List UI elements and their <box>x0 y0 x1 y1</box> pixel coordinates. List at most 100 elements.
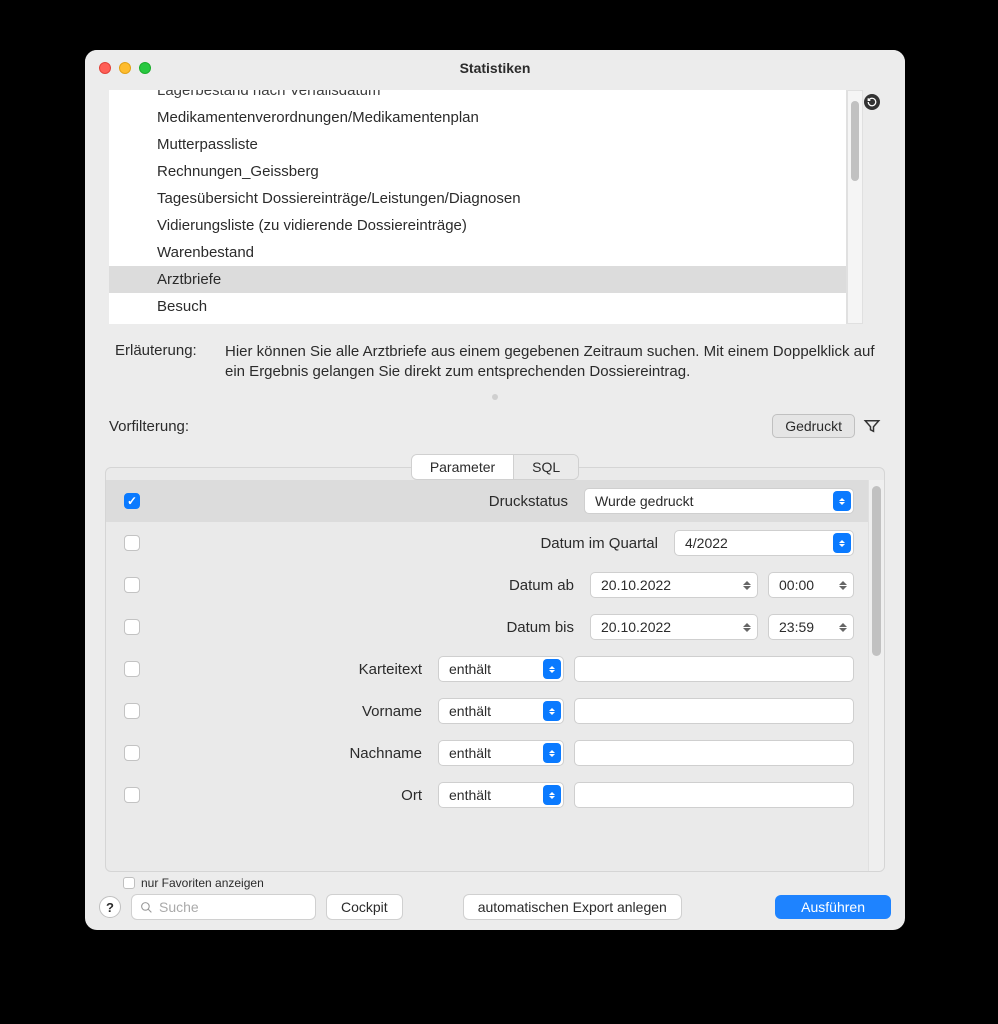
chevron-updown-icon <box>833 533 851 553</box>
checkbox-karteitext[interactable] <box>124 661 140 677</box>
param-scrollbar[interactable] <box>868 480 884 871</box>
chevron-updown-icon <box>543 701 561 721</box>
list-item[interactable]: Rechnungen_Geissberg <box>109 158 846 185</box>
select-quartal-value: 4/2022 <box>685 535 728 551</box>
param-row-druckstatus[interactable]: Druckstatus Wurde gedruckt <box>106 480 868 522</box>
input-nachname[interactable] <box>574 740 854 766</box>
stepper-icon[interactable] <box>836 581 849 590</box>
input-ort[interactable] <box>574 782 854 808</box>
op-karteitext-value: enthält <box>449 661 491 677</box>
search-placeholder: Suche <box>159 899 199 915</box>
explanation-text: Hier können Sie alle Arztbriefe aus eine… <box>225 342 875 382</box>
label-nachname: Nachname <box>349 745 428 762</box>
explanation-block: Erläuterung: Hier können Sie alle Arztbr… <box>85 324 905 390</box>
chevron-updown-icon <box>543 743 561 763</box>
stepper-icon[interactable] <box>740 623 753 632</box>
param-row-datum-bis[interactable]: Datum bis 20.10.2022 23:59 <box>106 606 868 648</box>
checkbox-ort[interactable] <box>124 787 140 803</box>
cockpit-button[interactable]: Cockpit <box>326 894 403 920</box>
param-scroll-thumb[interactable] <box>872 486 881 656</box>
favorites-label: nur Favoriten anzeigen <box>141 876 264 890</box>
param-row-nachname[interactable]: Nachname enthält <box>106 732 868 774</box>
list-item[interactable]: Vidierungsliste (zu vidierende Dossierei… <box>109 212 846 239</box>
stepper-icon[interactable] <box>836 623 849 632</box>
select-nachname-op[interactable]: enthält <box>438 740 564 766</box>
select-ort-op[interactable]: enthält <box>438 782 564 808</box>
checkbox-datum-bis[interactable] <box>124 619 140 635</box>
time-bis-value: 23:59 <box>779 619 814 635</box>
checkbox-datum-ab[interactable] <box>124 577 140 593</box>
prefilter-label: Vorfilterung: <box>109 418 189 435</box>
explanation-label: Erläuterung: <box>115 342 225 382</box>
list-item[interactable]: Lagerbestand nach Verfallsdatum <box>109 90 846 104</box>
op-vorname-value: enthält <box>449 703 491 719</box>
param-row-karteitext[interactable]: Karteitext enthält <box>106 648 868 690</box>
stepper-icon[interactable] <box>740 581 753 590</box>
select-quartal[interactable]: 4/2022 <box>674 530 854 556</box>
statistics-list: Lagerbestand nach VerfallsdatumMedikamen… <box>109 90 847 324</box>
param-row-vorname[interactable]: Vorname enthält <box>106 690 868 732</box>
list-item[interactable]: Mutterpassliste <box>109 131 846 158</box>
list-item[interactable]: Medikamentenverordnungen/Medikamentenpla… <box>109 104 846 131</box>
label-datum-ab: Datum ab <box>509 577 580 594</box>
search-icon <box>140 901 153 914</box>
content: Lagerbestand nach VerfallsdatumMedikamen… <box>85 86 905 930</box>
time-datum-bis[interactable]: 23:59 <box>768 614 854 640</box>
select-karteitext-op[interactable]: enthält <box>438 656 564 682</box>
statistics-list-wrap: Lagerbestand nach VerfallsdatumMedikamen… <box>85 86 905 324</box>
refresh-corner <box>863 90 881 324</box>
date-datum-bis[interactable]: 20.10.2022 <box>590 614 758 640</box>
time-ab-value: 00:00 <box>779 577 814 593</box>
label-ort: Ort <box>401 787 428 804</box>
search-input[interactable]: Suche <box>131 894 316 920</box>
window: Statistiken Lagerbestand nach Verfallsda… <box>85 50 905 930</box>
input-vorname[interactable] <box>574 698 854 724</box>
tab-sql[interactable]: SQL <box>514 455 578 479</box>
window-title: Statistiken <box>85 60 905 76</box>
select-vorname-op[interactable]: enthält <box>438 698 564 724</box>
list-scroll-thumb[interactable] <box>851 101 859 181</box>
time-datum-ab[interactable]: 00:00 <box>768 572 854 598</box>
label-quartal: Datum im Quartal <box>540 535 664 552</box>
auto-export-button[interactable]: automatischen Export anlegen <box>463 894 682 920</box>
run-button[interactable]: Ausführen <box>775 895 891 919</box>
date-ab-value: 20.10.2022 <box>601 577 671 593</box>
checkbox-favorites[interactable] <box>123 877 135 889</box>
filter-icon[interactable] <box>863 417 881 435</box>
prefilter-button[interactable]: Gedruckt <box>772 414 855 438</box>
list-item[interactable]: Warenbestand <box>109 239 846 266</box>
checkbox-nachname[interactable] <box>124 745 140 761</box>
date-bis-value: 20.10.2022 <box>601 619 671 635</box>
label-druckstatus: Druckstatus <box>489 493 574 510</box>
label-vorname: Vorname <box>362 703 428 720</box>
op-ort-value: enthält <box>449 787 491 803</box>
chevron-updown-icon <box>543 785 561 805</box>
list-item[interactable]: Besuch <box>109 293 846 320</box>
checkbox-vorname[interactable] <box>124 703 140 719</box>
label-datum-bis: Datum bis <box>506 619 580 636</box>
tab-parameter[interactable]: Parameter <box>412 455 514 479</box>
refresh-button[interactable] <box>864 94 880 110</box>
label-karteitext: Karteitext <box>359 661 428 678</box>
tabs: Parameter SQL <box>85 446 905 480</box>
checkbox-quartal[interactable] <box>124 535 140 551</box>
bottom-bar: nur Favoriten anzeigen ? Suche Cockpit a… <box>85 872 905 930</box>
date-datum-ab[interactable]: 20.10.2022 <box>590 572 758 598</box>
favorites-row: nur Favoriten anzeigen <box>99 876 891 890</box>
list-item[interactable]: Tagesübersicht Dossiereinträge/Leistunge… <box>109 185 846 212</box>
checkbox-druckstatus[interactable] <box>124 493 140 509</box>
parameter-panel: Druckstatus Wurde gedruckt Datum im Quar… <box>105 467 885 872</box>
list-scrollbar[interactable] <box>847 90 863 324</box>
help-button[interactable]: ? <box>99 896 121 918</box>
input-karteitext[interactable] <box>574 656 854 682</box>
chevron-updown-icon <box>833 491 851 511</box>
select-druckstatus[interactable]: Wurde gedruckt <box>584 488 854 514</box>
param-row-quartal[interactable]: Datum im Quartal 4/2022 <box>106 522 868 564</box>
param-row-datum-ab[interactable]: Datum ab 20.10.2022 00:00 <box>106 564 868 606</box>
refresh-icon <box>867 97 877 107</box>
list-item[interactable]: Arztbriefe <box>109 266 846 293</box>
prefilter-row: Vorfilterung: Gedruckt <box>85 400 905 446</box>
chevron-updown-icon <box>543 659 561 679</box>
select-druckstatus-value: Wurde gedruckt <box>595 493 694 509</box>
param-row-ort[interactable]: Ort enthält <box>106 774 868 808</box>
